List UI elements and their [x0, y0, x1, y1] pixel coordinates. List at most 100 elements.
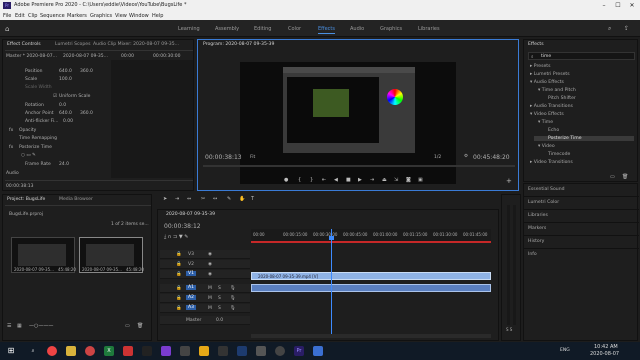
wrench-icon[interactable]: ⚙: [464, 154, 468, 159]
tab-sequence[interactable]: 2020-08-07 09-35-39: [166, 212, 215, 217]
step-back-icon[interactable]: ◀: [334, 177, 338, 183]
workspace-libraries[interactable]: Libraries: [418, 26, 440, 32]
stop-icon[interactable]: ■: [346, 177, 351, 183]
panel-essential-sound[interactable]: Essential Sound: [528, 187, 565, 192]
share-icon[interactable]: ⇪: [624, 25, 629, 32]
step-forward-icon[interactable]: ▶: [358, 177, 362, 183]
lock-icon[interactable]: 🔒: [176, 252, 182, 257]
menu-file[interactable]: File: [3, 13, 11, 19]
workspace-audio[interactable]: Audio: [350, 26, 364, 32]
mic-icon[interactable]: 🎙: [230, 286, 236, 291]
panel-history[interactable]: History: [528, 239, 544, 244]
obs-icon[interactable]: [275, 346, 285, 356]
tree-item[interactable]: Timecode: [548, 152, 570, 157]
new-bin-icon[interactable]: ▭: [610, 174, 615, 180]
clock-date[interactable]: 2020-08-07: [590, 351, 619, 357]
extract-icon[interactable]: ⇲: [394, 177, 398, 183]
track-header-v3[interactable]: 🔒 V3 ◉: [160, 250, 250, 259]
project-thumb[interactable]: 2020-08-07 09-35... 45:48:20: [11, 237, 76, 273]
track-header-a2[interactable]: 🔒 A2 M S 🎙: [160, 294, 250, 303]
program-timecode-left[interactable]: 00:00:38:13: [205, 154, 242, 161]
tree-item[interactable]: ▾ Time and Pitch: [538, 88, 576, 93]
workspace-editing[interactable]: Editing: [254, 26, 271, 32]
trash-icon[interactable]: 🗑: [137, 323, 143, 329]
ripple-edit-icon[interactable]: ⇔: [187, 196, 191, 202]
excel-icon[interactable]: X: [104, 346, 114, 356]
tree-item[interactable]: Echo: [548, 128, 559, 133]
tab-audio-clip-mixer[interactable]: Audio Clip Mixer: 2020-08-07 09-35...: [93, 42, 179, 47]
tree-item[interactable]: Pitch Shifter: [548, 96, 576, 101]
workspace-learning[interactable]: Learning: [178, 26, 200, 32]
lift-icon[interactable]: ⏏: [382, 177, 387, 183]
mic-icon[interactable]: 🎙: [230, 306, 236, 311]
add-button-icon[interactable]: +: [506, 177, 512, 185]
timeline-toolbar-icons[interactable]: ⤓ ∩ ⊐ ▼ ✎: [164, 234, 244, 240]
folder-icon[interactable]: [199, 346, 209, 356]
razor-icon[interactable]: ✂: [201, 196, 205, 202]
app-icon[interactable]: [161, 346, 171, 356]
eye-icon[interactable]: ◉: [208, 272, 212, 277]
list-view-icon[interactable]: ☰: [7, 323, 11, 329]
video-clip[interactable]: 2020-08-07 09-35-39.mp4 [V]: [251, 272, 491, 280]
uniform-scale-checkbox[interactable]: ☑: [53, 94, 57, 99]
menu-markers[interactable]: Markers: [67, 13, 87, 19]
effects-search-input[interactable]: ⌕ time: [528, 52, 635, 60]
tree-item[interactable]: ▾ Time: [538, 120, 553, 125]
app-icon[interactable]: [180, 346, 190, 356]
slip-icon[interactable]: ↔: [213, 196, 217, 202]
panel-info[interactable]: Info: [528, 252, 537, 257]
premiere-taskbar-icon[interactable]: Pr: [294, 346, 304, 356]
maximize-icon[interactable]: ☐: [612, 1, 624, 10]
tab-lumetri-scopes[interactable]: Lumetri Scopes: [55, 42, 91, 47]
menu-edit[interactable]: Edit: [15, 13, 25, 19]
eye-icon[interactable]: ◉: [208, 262, 212, 267]
tree-item-selected[interactable]: Posterize Time: [534, 136, 634, 141]
timeline-ruler[interactable]: 00:00 00:00:15:00 00:00:30:00 00:00:45:0…: [251, 229, 491, 241]
keyboard-language[interactable]: ENG: [560, 348, 570, 353]
menu-sequence[interactable]: Sequence: [40, 13, 65, 19]
trash-icon[interactable]: 🗑: [622, 174, 628, 180]
compare-icon[interactable]: ▣: [418, 177, 423, 183]
tab-media-browser[interactable]: Media Browser: [59, 197, 93, 202]
app-icon[interactable]: [218, 346, 228, 356]
timeline-scrollbar[interactable]: [251, 334, 491, 338]
media-player-icon[interactable]: [85, 346, 95, 356]
track-header-a3[interactable]: 🔒 A3 M S 🎙: [160, 304, 250, 313]
keyframe-area[interactable]: [111, 60, 193, 178]
workspace-color[interactable]: Color: [288, 26, 301, 32]
panel-lumetri-color[interactable]: Lumetri Color: [528, 200, 559, 205]
terminal-icon[interactable]: [142, 346, 152, 356]
menu-clip[interactable]: Clip: [28, 13, 37, 19]
icon-view-icon[interactable]: ▦: [17, 323, 22, 329]
track-header-v1[interactable]: 🔒 V1 ◉: [160, 270, 250, 279]
playhead-handle[interactable]: [329, 236, 334, 240]
tab-program[interactable]: Program: 2020-08-07 09-35-39: [203, 42, 274, 47]
tree-item[interactable]: ▸ Lumetri Presets: [530, 72, 570, 77]
tree-item[interactable]: ▾ Video: [538, 144, 555, 149]
lock-icon[interactable]: 🔒: [176, 296, 182, 301]
solo-icon[interactable]: S: [218, 306, 221, 311]
lock-icon[interactable]: 🔒: [176, 272, 182, 277]
app-icon[interactable]: [237, 346, 247, 356]
track-header-v2[interactable]: 🔒 V2 ◉: [160, 260, 250, 269]
tree-item[interactable]: ▾ Audio Effects: [530, 80, 564, 85]
search-icon[interactable]: ⌕: [608, 25, 611, 33]
solo-icon[interactable]: S: [218, 296, 221, 301]
app-icon[interactable]: [313, 346, 323, 356]
eye-icon[interactable]: ◉: [208, 252, 212, 257]
marker-icon[interactable]: ●: [284, 177, 288, 183]
selection-tool-icon[interactable]: ➤: [163, 196, 167, 202]
go-to-in-icon[interactable]: ⇤: [322, 177, 326, 183]
project-thumb[interactable]: 2020-08-07 09-35... 45:48:20: [79, 237, 144, 273]
tab-effect-controls[interactable]: Effect Controls: [7, 42, 41, 47]
mask-shape-icons[interactable]: ○ ▭ ✎: [21, 153, 36, 158]
new-item-icon[interactable]: ▭: [125, 323, 130, 329]
tree-item[interactable]: ▸ Video Transitions: [530, 160, 573, 165]
out-point-icon[interactable]: }: [310, 177, 313, 183]
track-header-a1[interactable]: 🔒 A1 M S 🎙: [160, 284, 250, 293]
resolution-select[interactable]: 1/2: [434, 155, 441, 160]
tree-item[interactable]: ▸ Audio Transitions: [530, 104, 573, 109]
program-scrubber[interactable]: [203, 165, 515, 167]
workspace-assembly[interactable]: Assembly: [215, 26, 239, 32]
hand-icon[interactable]: ✋: [239, 196, 245, 202]
